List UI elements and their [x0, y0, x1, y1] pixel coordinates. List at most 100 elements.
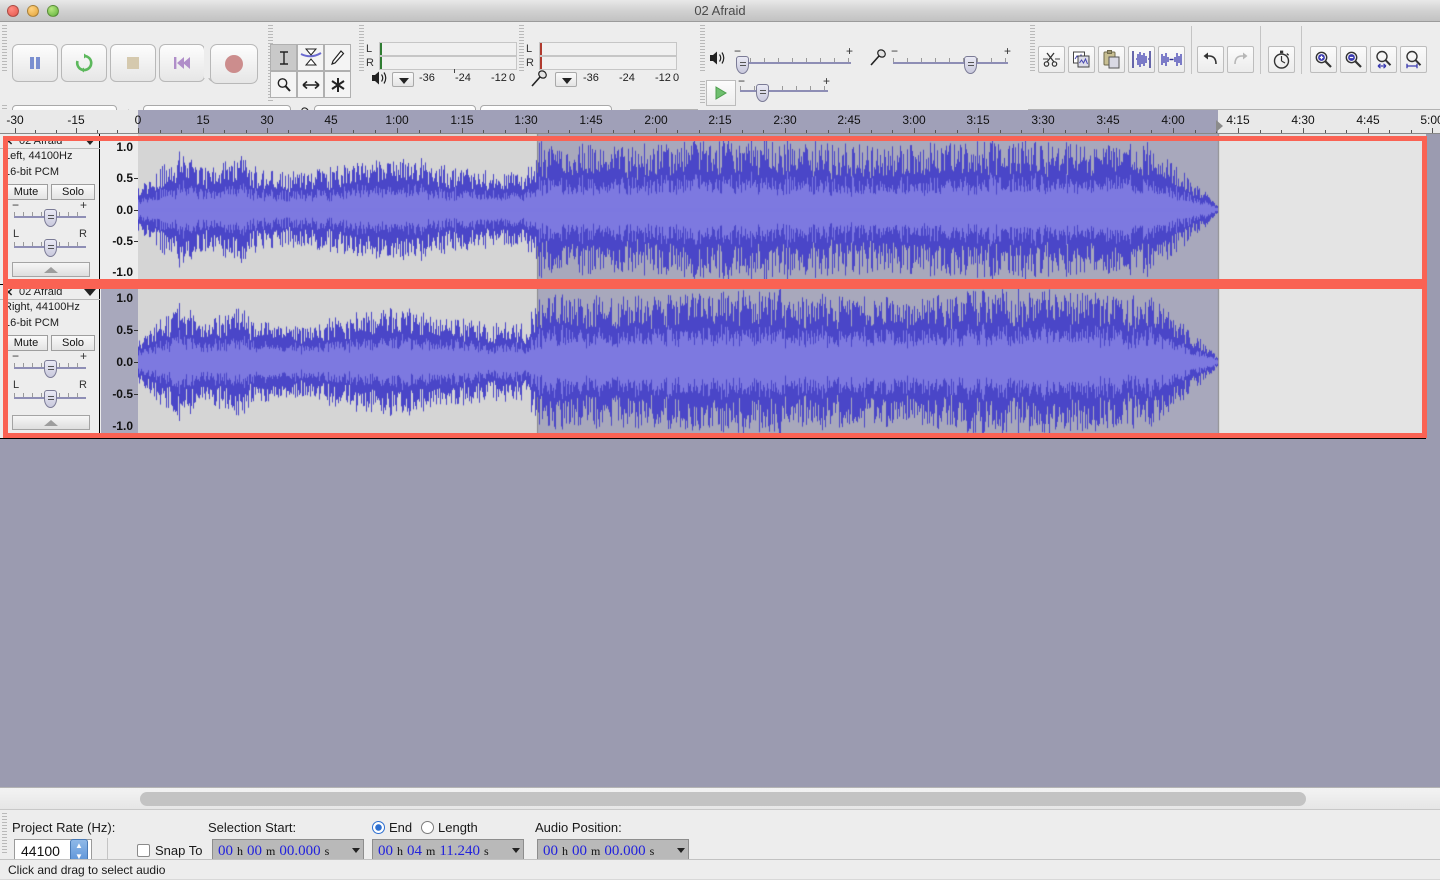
output-meter-toolbar: L R -36 -24 -12 0	[357, 22, 525, 78]
track-panel-area[interactable]: ✕ 02 Afraid Left, 44100Hz 16-bit PCM Mut…	[0, 134, 1440, 787]
unit-h: h	[562, 844, 568, 859]
end-radio[interactable]	[372, 821, 385, 834]
pan-thumb[interactable]	[44, 390, 57, 408]
ruler-label: 2:30	[773, 113, 796, 127]
horizontal-scrollbar-thumb[interactable]	[140, 792, 1306, 806]
toolbar-grip[interactable]	[357, 22, 366, 78]
sel-start-hours: 00	[218, 843, 233, 860]
zoom-in-button[interactable]	[1310, 46, 1337, 73]
ruler-label: 4:30	[1291, 113, 1314, 127]
solo-button[interactable]: Solo	[51, 184, 95, 200]
mute-button[interactable]: Mute	[4, 335, 48, 351]
stopwatch-icon	[1272, 50, 1291, 69]
pause-button[interactable]	[12, 44, 58, 82]
zoom-out-button[interactable]	[1340, 46, 1367, 73]
ruler-label: 45	[324, 113, 337, 127]
sync-lock-button[interactable]	[1268, 46, 1295, 73]
input-volume-thumb[interactable]	[964, 56, 977, 74]
collapse-track-button[interactable]	[12, 415, 90, 430]
output-meter-right-label: R	[366, 56, 374, 70]
play-loop-button[interactable]	[61, 44, 107, 82]
paste-button[interactable]	[1098, 46, 1125, 73]
snap-to-checkbox[interactable]	[137, 844, 150, 857]
play-speed-thumb[interactable]	[756, 84, 769, 102]
horizontal-scrollbar[interactable]	[0, 787, 1440, 809]
envelope-tool[interactable]	[297, 44, 324, 71]
undo-button[interactable]	[1197, 46, 1224, 73]
fit-project-button[interactable]	[1400, 46, 1427, 73]
waveform-display[interactable]	[138, 285, 1426, 438]
length-radio[interactable]	[421, 821, 434, 834]
output-meter-right-cap	[380, 57, 382, 69]
fit-selection-button[interactable]	[1370, 46, 1397, 73]
ruler-label: 3:00	[902, 113, 925, 127]
vertical-ruler-label: 0.0	[116, 355, 133, 369]
status-bar: Click and drag to select audio	[0, 859, 1440, 879]
input-meter-left-cap	[540, 43, 542, 55]
close-track-button[interactable]: ✕	[4, 286, 13, 299]
audio-pos-minutes: 00	[572, 843, 587, 860]
ruler-label: 2:15	[708, 113, 731, 127]
pan-thumb[interactable]	[44, 239, 57, 257]
unit-s: s	[325, 844, 330, 859]
collapse-track-button[interactable]	[12, 262, 90, 277]
waveform-display[interactable]	[138, 134, 1426, 284]
pan-left-label: L	[13, 379, 19, 391]
toolbar-grip[interactable]	[1028, 22, 1037, 78]
gain-thumb[interactable]	[44, 360, 57, 378]
play-at-speed-button[interactable]	[706, 80, 736, 106]
track-title-bar[interactable]: ✕ 02 Afraid	[0, 134, 100, 149]
track-row[interactable]: ✕ 02 Afraid Right, 44100Hz 16-bit PCM Mu…	[0, 285, 1426, 439]
close-track-button[interactable]: ✕	[4, 135, 13, 148]
chevron-down-icon[interactable]	[512, 848, 520, 853]
playhead-indicator[interactable]	[1216, 120, 1223, 132]
stop-button[interactable]	[110, 44, 156, 82]
track-menu-chevron-down-icon[interactable]	[84, 138, 96, 145]
selection-tool[interactable]	[270, 44, 297, 71]
toolbar-grip[interactable]	[698, 22, 707, 78]
timeline-ruler[interactable]: -30-1501530451:001:151:301:452:002:152:3…	[0, 110, 1440, 134]
ruler-label: 1:45	[579, 113, 602, 127]
zoom-in-icon	[1314, 50, 1333, 69]
toolbar-grip[interactable]	[0, 22, 9, 78]
record-button[interactable]	[210, 44, 258, 84]
solo-button[interactable]: Solo	[51, 335, 95, 351]
track-control-panel[interactable]: ✕ 02 Afraid Right, 44100Hz 16-bit PCM Mu…	[0, 285, 100, 438]
track-menu-chevron-down-icon[interactable]	[84, 289, 96, 296]
copy-button[interactable]	[1068, 46, 1095, 73]
cut-button[interactable]	[1038, 46, 1065, 73]
input-meter-menu-button[interactable]	[555, 72, 577, 87]
draw-tool[interactable]	[324, 44, 351, 71]
chevron-down-icon[interactable]	[352, 848, 360, 853]
toolbar-grip[interactable]	[0, 810, 9, 860]
input-meter-right-label: R	[526, 56, 534, 70]
silence-button[interactable]	[1158, 46, 1185, 73]
timeshift-tool[interactable]	[297, 71, 324, 98]
skip-to-start-button[interactable]	[159, 44, 205, 82]
track-control-panel[interactable]: ✕ 02 Afraid Left, 44100Hz 16-bit PCM Mut…	[0, 134, 100, 284]
trim-button[interactable]	[1128, 46, 1155, 73]
track-title-bar[interactable]: ✕ 02 Afraid	[0, 285, 100, 300]
unit-s: s	[650, 844, 655, 859]
ruler-label: 3:15	[966, 113, 989, 127]
gain-thumb[interactable]	[44, 209, 57, 227]
mute-button[interactable]: Mute	[4, 184, 48, 200]
multi-tool[interactable]	[324, 71, 351, 98]
chevron-down-icon[interactable]	[677, 848, 685, 853]
ruler-label: 15	[196, 113, 209, 127]
track-name-label: 02 Afraid	[19, 285, 62, 300]
track-row[interactable]: ✕ 02 Afraid Left, 44100Hz 16-bit PCM Mut…	[0, 134, 1426, 285]
pause-icon	[26, 54, 44, 72]
ruler-label: 4:00	[1161, 113, 1184, 127]
stop-icon	[125, 55, 141, 71]
ruler-label: 4:45	[1356, 113, 1379, 127]
redo-button[interactable]	[1227, 46, 1254, 73]
output-volume-thumb[interactable]	[736, 56, 749, 74]
ruler-label: 30	[260, 113, 273, 127]
toolbar-grip[interactable]	[517, 22, 526, 78]
pan-left-label: L	[13, 228, 19, 240]
silence-icon	[1161, 50, 1182, 69]
redo-arrow-icon	[1231, 51, 1250, 68]
output-meter-menu-button[interactable]	[392, 72, 414, 87]
zoom-tool[interactable]	[270, 71, 297, 98]
